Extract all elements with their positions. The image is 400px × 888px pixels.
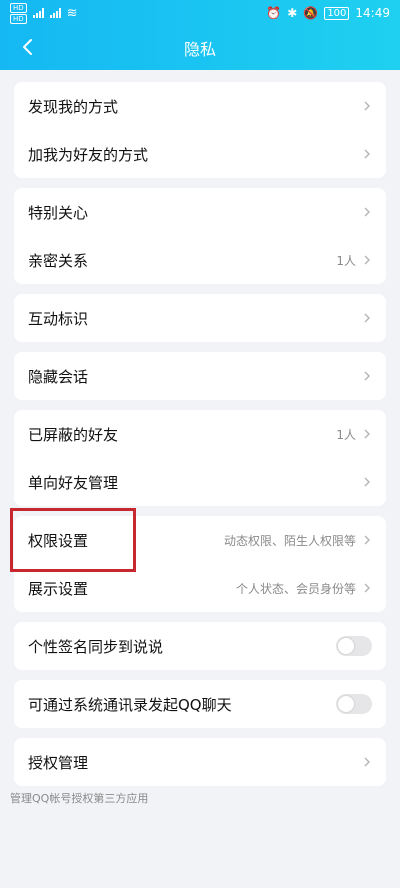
chevron-left-icon	[23, 39, 32, 55]
group-relations: 特别关心 亲密关系 1人	[14, 188, 386, 284]
row-label: 特别关心	[28, 203, 89, 222]
row-value: 1人	[336, 253, 356, 268]
row-close-relation[interactable]: 亲密关系 1人	[14, 236, 386, 284]
group-contacts-chat: 可通过系统通讯录发起QQ聊天	[14, 680, 386, 728]
row-label: 发现我的方式	[28, 97, 119, 116]
status-right: ⏰ ✱ 🔕 100 14:49	[266, 6, 390, 20]
group-hidden: 隐藏会话	[14, 352, 386, 400]
row-permission-settings[interactable]: 权限设置 动态权限、陌生人权限等	[10, 508, 386, 572]
row-label: 亲密关系	[28, 251, 89, 270]
row-value: 动态权限、陌生人权限等	[223, 533, 356, 548]
chevron-right-icon	[364, 149, 370, 159]
group-blocked: 已屏蔽的好友 1人 单向好友管理	[14, 410, 386, 506]
sim-badge-2: HD	[10, 13, 27, 24]
row-right	[362, 371, 372, 381]
row-right: 动态权限、陌生人权限等	[224, 532, 372, 549]
row-one-way-friends[interactable]: 单向好友管理	[14, 458, 386, 506]
row-label: 权限设置	[28, 531, 89, 550]
row-add-me[interactable]: 加我为好友的方式	[14, 130, 386, 178]
row-authorization-management[interactable]: 授权管理	[14, 738, 386, 786]
chevron-right-icon	[364, 313, 370, 323]
back-button[interactable]	[14, 34, 40, 60]
row-right	[362, 477, 372, 487]
sim-badge-1: HD	[10, 2, 27, 13]
chevron-right-icon	[364, 101, 370, 111]
row-label: 授权管理	[28, 753, 89, 772]
status-left: HD HD ≋	[10, 2, 78, 24]
group-interaction: 互动标识	[14, 294, 386, 342]
navigation-bar: 隐私	[0, 26, 400, 70]
row-right	[362, 757, 372, 767]
chevron-right-icon	[364, 429, 370, 439]
row-right: 1人	[336, 426, 372, 443]
contacts-chat-toggle[interactable]	[336, 694, 372, 714]
chevron-right-icon	[364, 583, 370, 593]
row-blocked-friends[interactable]: 已屏蔽的好友 1人	[14, 410, 386, 458]
chevron-right-icon	[364, 477, 370, 487]
chevron-right-icon	[364, 255, 370, 265]
battery-icon: 100	[324, 6, 350, 20]
alarm-icon: ⏰	[266, 6, 282, 20]
row-label: 隐藏会话	[28, 367, 89, 386]
row-find-me[interactable]: 发现我的方式	[14, 82, 386, 130]
chevron-right-icon	[364, 207, 370, 217]
status-time: 14:49	[355, 6, 390, 20]
row-hidden-chats[interactable]: 隐藏会话	[14, 352, 386, 400]
row-right: 个人状态、会员身份等	[236, 580, 372, 597]
row-right	[362, 101, 372, 111]
header: HD HD ≋ ⏰ ✱ 🔕 100 14:49 隐私	[0, 0, 400, 70]
chevron-right-icon	[364, 535, 370, 545]
group-permissions: 权限设置 动态权限、陌生人权限等 展示设置 个人状态、会员身份等	[10, 508, 386, 612]
row-right: 1人	[336, 252, 372, 269]
row-label: 单向好友管理	[28, 473, 119, 492]
row-contacts-chat: 可通过系统通讯录发起QQ聊天	[14, 680, 386, 728]
row-display-settings[interactable]: 展示设置 个人状态、会员身份等	[14, 564, 386, 612]
signal-icon	[32, 8, 44, 18]
sim-icons: HD HD	[10, 2, 27, 24]
row-label: 加我为好友的方式	[28, 145, 149, 164]
row-value: 个人状态、会员身份等	[235, 581, 356, 596]
status-bar: HD HD ≋ ⏰ ✱ 🔕 100 14:49	[0, 0, 400, 26]
row-label: 个性签名同步到说说	[28, 637, 164, 656]
row-right	[362, 313, 372, 323]
signal-icon-2	[49, 8, 61, 18]
wifi-icon: ≋	[66, 5, 78, 21]
row-right	[362, 207, 372, 217]
mute-icon: 🔕	[303, 6, 319, 20]
page-title: 隐私	[183, 40, 216, 59]
signature-sync-toggle[interactable]	[336, 636, 372, 656]
row-label: 互动标识	[28, 309, 89, 328]
group-signature-sync: 个性签名同步到说说	[14, 622, 386, 670]
chevron-right-icon	[364, 371, 370, 381]
row-label: 可通过系统通讯录发起QQ聊天	[28, 695, 232, 714]
row-signature-sync: 个性签名同步到说说	[14, 622, 386, 670]
row-special-care[interactable]: 特别关心	[14, 188, 386, 236]
settings-list: 发现我的方式 加我为好友的方式 特别关心 亲密关系 1人 互动标识 隐藏会话 已…	[0, 70, 400, 786]
row-label: 已屏蔽的好友	[28, 425, 119, 444]
bluetooth-icon: ✱	[287, 6, 298, 20]
row-value: 1人	[336, 427, 356, 442]
row-right	[362, 149, 372, 159]
group-discover: 发现我的方式 加我为好友的方式	[14, 82, 386, 178]
authorization-footnote: 管理QQ帐号授权第三方应用	[10, 792, 149, 805]
row-label: 展示设置	[28, 579, 89, 598]
chevron-right-icon	[364, 757, 370, 767]
row-interaction-badge[interactable]: 互动标识	[14, 294, 386, 342]
group-authorization: 授权管理	[14, 738, 386, 786]
